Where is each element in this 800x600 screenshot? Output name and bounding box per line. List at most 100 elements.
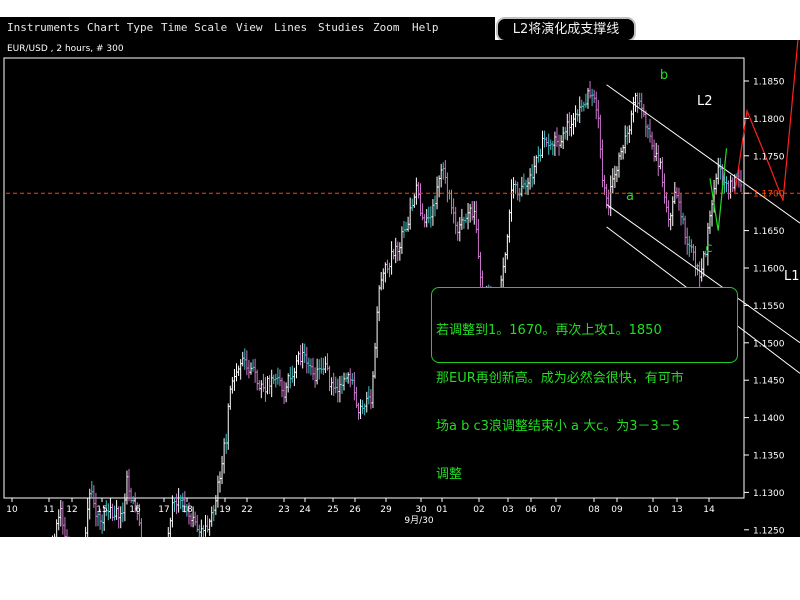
price-bar <box>690 239 693 253</box>
price-bar <box>419 183 422 217</box>
price-bar <box>210 506 213 527</box>
price-bar <box>646 124 650 139</box>
price-bar <box>309 358 313 376</box>
price-bar <box>473 201 476 225</box>
price-bar <box>683 215 687 245</box>
analysis-note: 若调整到1。1670。再次上攻1。1850 那EUR再创新高。成为必然会很快，有… <box>431 287 738 482</box>
price-bar <box>611 168 614 194</box>
price-bar <box>609 175 612 217</box>
price-bar <box>115 499 118 520</box>
price-bar <box>344 372 348 383</box>
price-bar <box>361 399 364 415</box>
price-bar <box>510 179 513 222</box>
x-tick-label: 23 <box>278 505 289 515</box>
price-bar <box>346 372 350 384</box>
menu-help[interactable]: Help <box>412 21 439 34</box>
price-bar <box>644 110 648 138</box>
x-tick-label: 08 <box>588 505 600 515</box>
x-tick-label: 25 <box>327 505 338 515</box>
price-bar <box>456 221 459 241</box>
price-bar <box>332 372 335 397</box>
price-bar <box>330 377 333 396</box>
menu-zoom[interactable]: Zoom <box>373 21 400 34</box>
price-bar <box>446 172 449 203</box>
price-bar <box>518 188 521 203</box>
price-bar <box>193 511 197 526</box>
price-bar <box>617 152 621 178</box>
price-bar <box>626 126 629 145</box>
x-tick-label: 22 <box>241 505 252 515</box>
price-bar <box>433 195 437 217</box>
price-bar <box>208 518 211 536</box>
price-bar <box>202 524 205 537</box>
wave-label-a: a <box>626 189 634 204</box>
price-bar <box>365 391 368 413</box>
price-bar <box>708 210 712 234</box>
price-bar <box>477 218 480 259</box>
price-bar <box>131 496 135 505</box>
price-bar <box>425 208 428 228</box>
price-bar <box>648 118 652 143</box>
price-bar <box>663 173 666 204</box>
price-bar <box>454 206 457 235</box>
price-bar <box>439 163 443 188</box>
price-bar <box>650 131 654 150</box>
price-bar <box>638 92 641 107</box>
price-bar <box>303 343 306 364</box>
price-bar <box>239 359 242 380</box>
price-bar <box>588 80 592 99</box>
menu-chart-type[interactable]: Chart Type <box>87 21 153 34</box>
price-bar <box>665 191 668 213</box>
menu-lines[interactable]: Lines <box>274 21 307 34</box>
price-bar <box>528 168 532 190</box>
x-tick-label: 17 <box>158 505 169 515</box>
y-tick-label: 1.1750 <box>753 152 785 162</box>
price-bar <box>717 157 720 185</box>
price-bar <box>63 516 67 537</box>
price-bar <box>553 131 557 157</box>
price-bar <box>714 173 718 195</box>
price-bar <box>661 157 664 188</box>
price-bar <box>61 501 65 535</box>
price-bar <box>282 381 286 405</box>
price-bar <box>679 192 683 226</box>
price-bar <box>429 206 433 228</box>
price-bar <box>547 133 550 155</box>
price-bar <box>92 485 96 508</box>
menu-instruments[interactable]: Instruments <box>7 21 80 34</box>
price-bar <box>408 197 412 230</box>
note-line: 若调整到1。1670。再次上攻1。1850 <box>436 323 662 338</box>
x-tick-label: 12 <box>66 505 77 515</box>
menu-view[interactable]: View <box>236 21 263 34</box>
menu-time-scale[interactable]: Time Scale <box>161 21 227 34</box>
price-bar <box>516 181 519 201</box>
price-bar <box>278 369 282 387</box>
price-bar <box>464 213 468 223</box>
price-bar <box>479 251 482 287</box>
menu-studies[interactable]: Studies <box>318 21 364 34</box>
price-bar <box>324 356 327 374</box>
y-tick-label: 1.1350 <box>753 452 785 462</box>
price-bar <box>632 96 635 123</box>
price-bar <box>334 376 337 394</box>
instrument-label: EUR/USD , 2 hours, # 300 <box>7 44 124 54</box>
price-bar <box>413 194 416 208</box>
price-bar <box>406 216 410 232</box>
price-bar <box>249 362 253 375</box>
price-bar <box>307 357 311 374</box>
line-label-l2: L2 <box>697 94 713 109</box>
x-tick-label: 10 <box>647 505 659 515</box>
price-bar <box>386 259 389 274</box>
price-bar <box>297 351 300 365</box>
x-tick-label: 30 <box>415 505 427 515</box>
price-bar <box>584 93 588 108</box>
price-bar <box>452 198 455 224</box>
price-bar <box>698 261 701 288</box>
price-bar <box>233 369 236 391</box>
price-bar <box>539 148 542 162</box>
price-bar <box>204 514 207 537</box>
x-tick-label: 11 <box>43 505 54 515</box>
price-bar <box>466 203 470 230</box>
y-tick-label: 1.1450 <box>753 377 785 387</box>
price-bar <box>247 359 251 379</box>
